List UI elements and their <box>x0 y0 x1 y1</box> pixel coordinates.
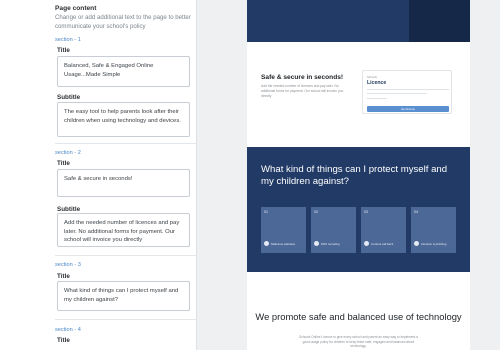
editor-description: Change or add additional text to the pag… <box>55 14 191 30</box>
preview-section-3-title: What kind of things can I protect myself… <box>261 164 448 187</box>
get-licence-button[interactable]: Get licence <box>367 106 449 112</box>
section-3-title-label: Title <box>57 273 70 280</box>
section-4-label: section - 4 <box>55 327 81 333</box>
section-2-subtitle-label: Subtitle <box>57 206 81 213</box>
licence-card-quantity[interactable] <box>367 98 387 99</box>
shield-icon <box>414 241 419 246</box>
threat-tile-label: Malicious websites <box>271 242 296 246</box>
preview-section-4-subtitle: Schools Online Licence to give every sch… <box>299 335 418 349</box>
protection-section: What kind of things can I protect myself… <box>247 147 470 272</box>
section-2-title-input[interactable]: Safe & secure in seconds! <box>57 169 190 197</box>
section-divider <box>55 255 196 256</box>
section-divider <box>55 143 196 144</box>
section-1-title-label: Title <box>57 47 70 54</box>
shield-icon <box>314 241 319 246</box>
section-3-title-input[interactable]: What kind of things can I protect myself… <box>57 281 190 311</box>
section-3-label: section - 3 <box>55 262 81 268</box>
threat-tile-label: DNS tunneling <box>321 242 340 246</box>
section-1-title-input[interactable]: Balanced, Safe & Engaged Online Usage...… <box>57 56 190 87</box>
licence-card: Schools Licence Get licence <box>362 70 452 114</box>
section-1-label: section - 1 <box>55 37 81 43</box>
licence-card-rule <box>367 89 449 90</box>
preview-background-right <box>470 0 500 350</box>
section-4-title-label: Title <box>57 337 70 344</box>
preview-background <box>197 0 247 350</box>
threat-tile: 01 Malicious websites <box>261 207 306 253</box>
licence-card-rule <box>367 93 427 94</box>
section-2-label: section - 2 <box>55 150 81 156</box>
threat-tile: 02 DNS tunneling <box>311 207 356 253</box>
shield-icon <box>264 241 269 246</box>
section-1-subtitle-label: Subtitle <box>57 94 81 101</box>
section-divider <box>55 319 196 320</box>
preview-section-4-title: We promote safe and balanced use of tech… <box>255 311 462 322</box>
section-2-title-label: Title <box>57 160 70 167</box>
section-1-subtitle-input[interactable]: The easy tool to help parents look after… <box>57 102 190 137</box>
editor-title: Page content <box>55 5 97 12</box>
page-preview: Safe & secure in seconds! Add the needed… <box>247 0 470 350</box>
shield-icon <box>364 241 369 246</box>
preview-section-2-subtitle: Add the needed number of licences and pa… <box>261 84 344 98</box>
threat-tile-number: 02 <box>314 210 318 214</box>
page-content-editor: Page content Change or add additional te… <box>0 0 197 350</box>
threat-tile-number: 01 <box>264 210 268 214</box>
threat-tile-label: Content call back <box>371 242 394 246</box>
hero-image <box>409 0 470 42</box>
threat-tile-number: 04 <box>414 210 418 214</box>
threat-tile-label: Intrusion & phishing <box>421 242 447 246</box>
licence-card-title: Licence <box>367 80 387 86</box>
threat-tile-number: 03 <box>364 210 368 214</box>
licence-card-caption: Schools <box>367 75 377 79</box>
section-2-subtitle-input[interactable]: Add the needed number of licences and pa… <box>57 213 190 247</box>
preview-section-2-title: Safe & secure in seconds! <box>261 74 344 81</box>
threat-tile: 03 Content call back <box>361 207 406 253</box>
threat-tile: 04 Intrusion & phishing <box>411 207 456 253</box>
